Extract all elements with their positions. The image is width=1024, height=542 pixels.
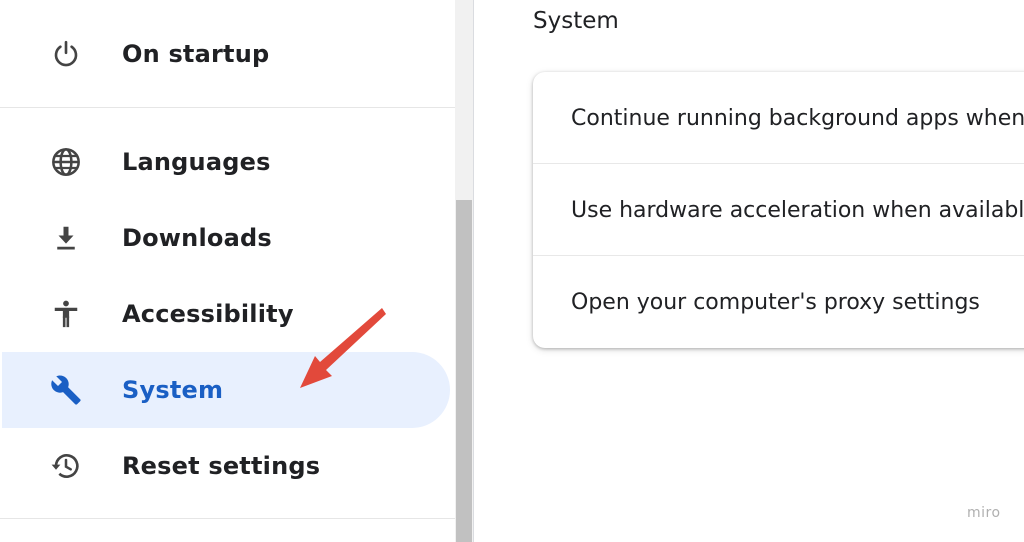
setting-row-proxy-settings[interactable]: Open your computer's proxy settings: [533, 256, 1024, 348]
panel-divider: [473, 0, 474, 542]
download-icon: [48, 220, 84, 256]
sidebar-item-on-startup[interactable]: On startup: [2, 16, 450, 92]
accessibility-icon: [48, 296, 84, 332]
watermark: miro: [967, 505, 1001, 521]
history-icon: [48, 448, 84, 484]
setting-label: Use hardware acceleration when available: [571, 197, 1024, 223]
sidebar-scrollbar-thumb[interactable]: [456, 200, 472, 542]
sidebar-item-label: System: [122, 376, 224, 404]
page-title: System: [533, 8, 619, 34]
annotation-arrow-icon: [300, 308, 386, 388]
sidebar-item-label: Languages: [122, 148, 271, 176]
system-settings-card: Continue running background apps when Us…: [533, 72, 1024, 348]
sidebar-divider: [0, 107, 455, 108]
sidebar-divider: [0, 518, 455, 519]
settings-page: On startup Languages Downloads Accessibi…: [0, 0, 1024, 542]
sidebar-item-label: Accessibility: [122, 300, 294, 328]
sidebar-item-languages[interactable]: Languages: [2, 124, 450, 200]
sidebar-item-reset-settings[interactable]: Reset settings: [2, 428, 450, 504]
sidebar-item-downloads[interactable]: Downloads: [2, 200, 450, 276]
setting-row-background-apps[interactable]: Continue running background apps when: [533, 72, 1024, 164]
setting-row-hardware-acceleration[interactable]: Use hardware acceleration when available: [533, 164, 1024, 256]
power-icon: [48, 36, 84, 72]
sidebar-item-label: Reset settings: [122, 452, 321, 480]
wrench-icon: [48, 372, 84, 408]
setting-label: Continue running background apps when: [571, 105, 1024, 131]
setting-label: Open your computer's proxy settings: [571, 289, 980, 315]
settings-sidebar: On startup Languages Downloads Accessibi…: [0, 0, 455, 542]
globe-icon: [48, 144, 84, 180]
sidebar-item-label: Downloads: [122, 224, 272, 252]
sidebar-item-label: On startup: [122, 40, 270, 68]
